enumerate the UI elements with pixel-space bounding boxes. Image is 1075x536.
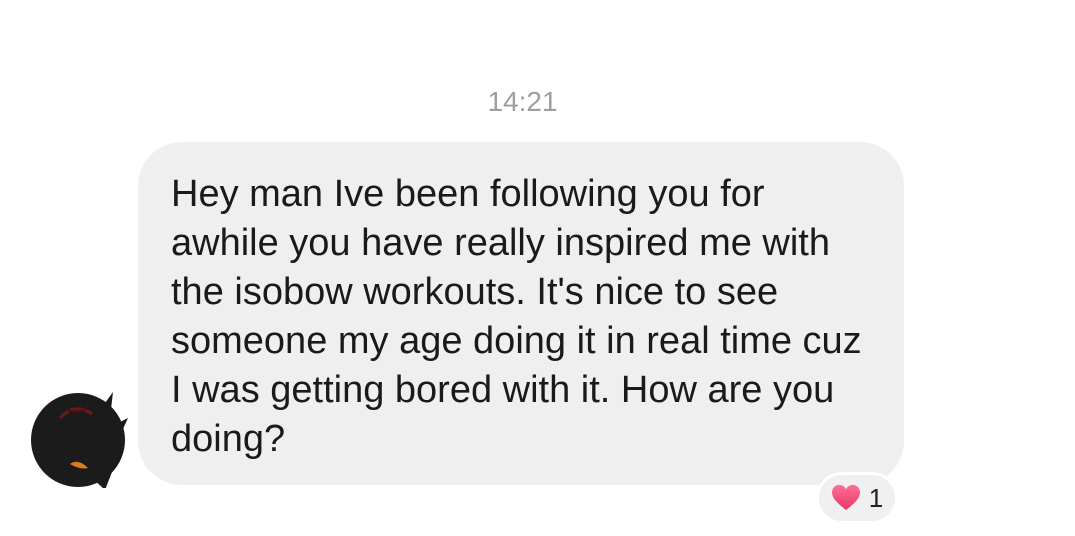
message-timestamp: 14:21 [487,86,558,117]
avatar-image [31,392,128,490]
message-text: Hey man Ive been following you for awhil… [171,173,862,460]
heart-icon [831,484,860,511]
message-bubble[interactable]: Hey man Ive been following you for awhil… [138,142,904,485]
reaction-count: 1 [868,482,884,513]
sender-avatar[interactable] [30,388,130,490]
reaction-badge[interactable]: 1 [816,472,898,524]
